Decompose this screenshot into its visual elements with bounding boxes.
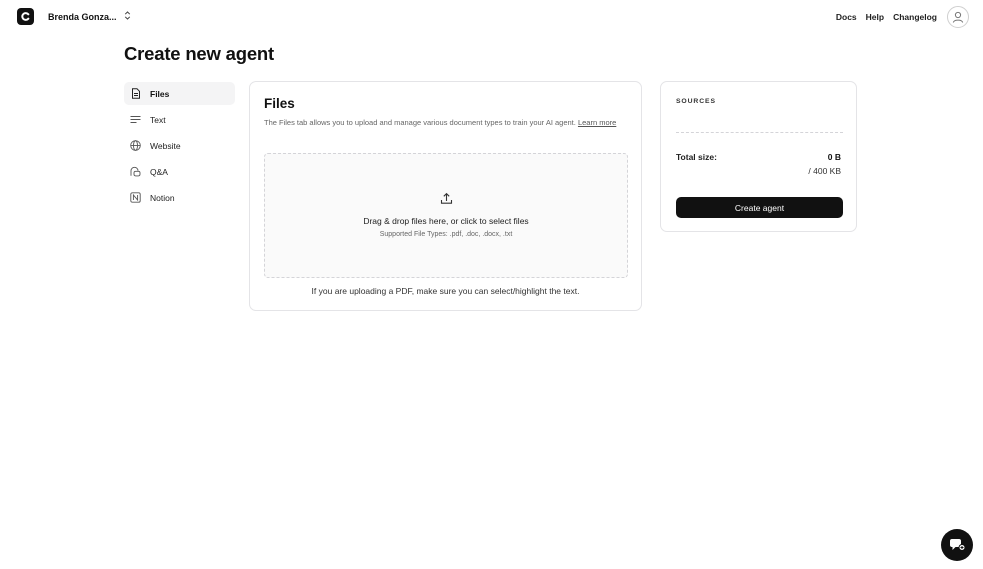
sources-panel: SOURCES Total size: 0 B / 400 KB Create …: [660, 81, 857, 232]
workspace-switcher[interactable]: Brenda Gonza...: [48, 11, 131, 22]
sidebar-item-files[interactable]: Files: [124, 82, 235, 105]
divider: [676, 132, 843, 133]
size-limit: / 400 KB: [808, 166, 841, 176]
total-size-label: Total size:: [676, 152, 717, 162]
chevron-up-down-icon: [124, 11, 131, 22]
sidebar-item-website[interactable]: Website: [124, 134, 235, 157]
pdf-note: If you are uploading a PDF, make sure yo…: [311, 286, 580, 296]
chat-bubble-icon[interactable]: [941, 529, 973, 561]
qa-chat-icon: [130, 166, 141, 177]
source-type-nav: Files Text Website Q&A Notion: [124, 82, 235, 212]
description-text: The Files tab allows you to upload and m…: [264, 118, 576, 127]
sidebar-item-notion[interactable]: Notion: [124, 186, 235, 209]
user-avatar-icon[interactable]: [947, 6, 969, 28]
files-panel-description: The Files tab allows you to upload and m…: [264, 117, 630, 129]
sidebar-item-label: Q&A: [150, 166, 168, 177]
text-lines-icon: [130, 114, 141, 125]
page-title: Create new agent: [124, 43, 274, 64]
sidebar-item-text[interactable]: Text: [124, 108, 235, 131]
dropzone-instructions: Drag & drop files here, or click to sele…: [363, 216, 529, 226]
changelog-link[interactable]: Changelog: [893, 12, 937, 22]
workspace-name: Brenda Gonza...: [48, 11, 117, 22]
sidebar-item-qa[interactable]: Q&A: [124, 160, 235, 183]
create-agent-button[interactable]: Create agent: [676, 197, 843, 218]
file-icon: [130, 88, 141, 99]
sidebar-item-label: Website: [150, 140, 181, 151]
file-dropzone[interactable]: Drag & drop files here, or click to sele…: [264, 153, 628, 278]
docs-link[interactable]: Docs: [836, 12, 857, 22]
upload-icon: [440, 192, 453, 210]
notion-icon: [130, 192, 141, 203]
files-panel: Files The Files tab allows you to upload…: [249, 81, 642, 311]
sidebar-item-label: Text: [150, 114, 166, 125]
globe-icon: [130, 140, 141, 151]
supported-file-types: Supported File Types: .pdf, .doc, .docx,…: [379, 231, 513, 238]
sidebar-item-label: Notion: [150, 192, 175, 203]
total-size-value: 0 B: [827, 152, 841, 162]
top-nav: Docs Help Changelog: [836, 12, 937, 22]
chatbase-logo-icon[interactable]: [17, 8, 34, 25]
learn-more-link[interactable]: Learn more: [578, 118, 616, 127]
sources-heading: SOURCES: [676, 98, 716, 105]
sidebar-item-label: Files: [150, 88, 170, 99]
files-panel-title: Files: [264, 96, 295, 111]
help-link[interactable]: Help: [866, 12, 884, 22]
top-bar: Brenda Gonza... Docs Help Changelog: [0, 0, 983, 34]
